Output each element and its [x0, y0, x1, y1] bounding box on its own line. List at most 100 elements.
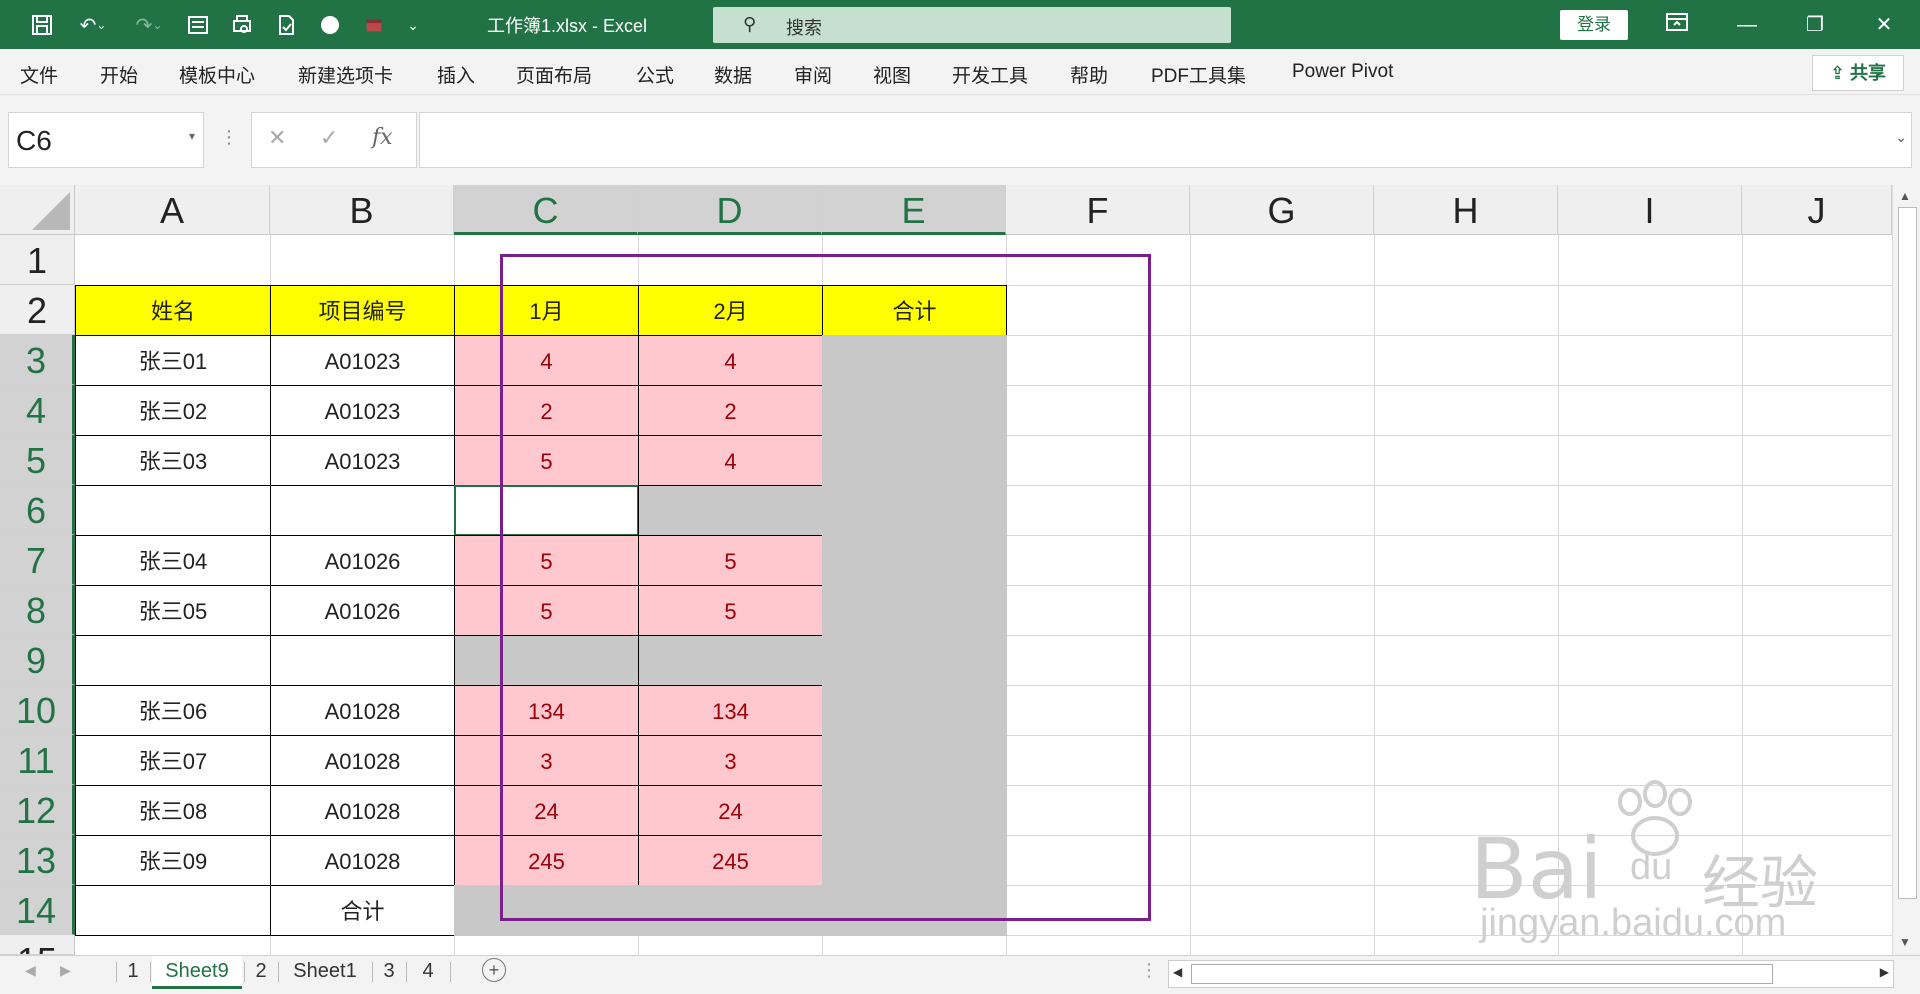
select-all-button[interactable] [0, 185, 75, 235]
cell-b7[interactable]: A01026 [270, 535, 455, 586]
row-header-1[interactable]: 1 [0, 235, 75, 285]
restore-icon[interactable]: ❐ [1795, 8, 1835, 42]
tab-data[interactable]: 数据 [714, 61, 752, 88]
row-header-6[interactable]: 6 [0, 485, 75, 535]
cell-a2-header-name[interactable]: 姓名 [75, 285, 271, 336]
cell-a10[interactable]: 张三06 [75, 685, 271, 736]
save-icon[interactable] [22, 8, 62, 42]
row-header-9[interactable]: 9 [0, 635, 75, 685]
horizontal-scrollbar[interactable]: ◀ ▶ [1168, 960, 1894, 988]
row-header-2[interactable]: 2 [0, 285, 75, 335]
col-header-g[interactable]: G [1190, 185, 1374, 235]
tab-pdf-tools[interactable]: PDF工具集 [1151, 61, 1246, 88]
form-icon[interactable] [180, 8, 216, 42]
row-header-5[interactable]: 5 [0, 435, 75, 485]
insert-function-icon[interactable]: fx [372, 125, 393, 150]
col-header-c[interactable]: C [454, 185, 638, 235]
cell-b10[interactable]: A01028 [270, 685, 455, 736]
tab-insert[interactable]: 插入 [437, 61, 475, 88]
scroll-down-icon[interactable]: ▼ [1899, 935, 1911, 949]
enter-icon[interactable]: ✓ [320, 125, 338, 151]
tab-new[interactable]: 新建选项卡 [298, 61, 393, 88]
cell-a14[interactable] [75, 885, 271, 936]
col-header-j[interactable]: J [1742, 185, 1892, 235]
cell-b11[interactable]: A01028 [270, 735, 455, 786]
row-header-10[interactable]: 10 [0, 685, 75, 735]
cell-a7[interactable]: 张三04 [75, 535, 271, 586]
cell-a9[interactable] [75, 635, 271, 686]
col-header-b[interactable]: B [270, 185, 454, 235]
vertical-scrollbar[interactable]: ▲ ▼ [1892, 185, 1920, 955]
row-header-12[interactable]: 12 [0, 785, 75, 835]
chevron-down-icon[interactable]: ▾ [189, 129, 195, 143]
next-sheet-icon[interactable]: ▶ [60, 962, 71, 979]
scroll-left-icon[interactable]: ◀ [1173, 965, 1182, 979]
print-preview-icon[interactable] [224, 8, 260, 42]
row-header-4[interactable]: 4 [0, 385, 75, 435]
add-sheet-icon[interactable]: + [482, 958, 506, 982]
sheet-tab-1[interactable]: 1 [118, 956, 148, 986]
login-button[interactable]: 登录 [1560, 10, 1628, 40]
tab-help[interactable]: 帮助 [1070, 61, 1108, 88]
cell-a8[interactable]: 张三05 [75, 585, 271, 636]
tab-power-pivot[interactable]: Power Pivot [1292, 61, 1393, 83]
sheet-tab-3[interactable]: 3 [374, 956, 404, 986]
drag-handle-icon[interactable]: ⋮ [220, 127, 238, 148]
tab-page-layout[interactable]: 页面布局 [516, 61, 592, 88]
close-icon[interactable]: ✕ [1864, 8, 1904, 42]
col-header-i[interactable]: I [1558, 185, 1742, 235]
search-box[interactable]: ⚲ 搜索 [713, 7, 1231, 43]
cell-b13[interactable]: A01028 [270, 835, 455, 886]
cell-a6[interactable] [75, 485, 271, 536]
scroll-thumb[interactable] [1898, 207, 1917, 899]
cell-b3[interactable]: A01023 [270, 335, 455, 386]
tab-formulas[interactable]: 公式 [636, 61, 674, 88]
col-header-h[interactable]: H [1374, 185, 1558, 235]
col-header-e[interactable]: E [822, 185, 1006, 235]
cell-a3[interactable]: 张三01 [75, 335, 271, 386]
col-header-a[interactable]: A [75, 185, 270, 235]
undo-icon[interactable]: ↶ ⌄ [70, 8, 116, 42]
cell-a4[interactable]: 张三02 [75, 385, 271, 436]
cell-a5[interactable]: 张三03 [75, 435, 271, 486]
cell-b2-header-project[interactable]: 项目编号 [270, 285, 455, 336]
cell-a13[interactable]: 张三09 [75, 835, 271, 886]
sheet-tab-4[interactable]: 4 [408, 956, 448, 986]
formula-input[interactable]: ⌄ [419, 112, 1912, 168]
row-header-7[interactable]: 7 [0, 535, 75, 585]
row-header-3[interactable]: 3 [0, 335, 75, 385]
row-header-11[interactable]: 11 [0, 735, 75, 785]
tab-developer[interactable]: 开发工具 [952, 61, 1028, 88]
cell-b8[interactable]: A01026 [270, 585, 455, 636]
row-header-13[interactable]: 13 [0, 835, 75, 885]
customize-toolbar-icon[interactable]: ⌄ [398, 8, 428, 42]
col-header-f[interactable]: F [1006, 185, 1190, 235]
sheet-tab-2[interactable]: 2 [246, 956, 276, 986]
share-button[interactable]: ⇪ 共享 [1812, 55, 1904, 91]
expand-formula-icon[interactable]: ⌄ [1895, 129, 1907, 146]
minimize-icon[interactable]: — [1727, 8, 1767, 42]
ribbon-display-icon[interactable] [1657, 8, 1697, 42]
tabs-splitter-icon[interactable]: ⋮ [1140, 960, 1158, 981]
cell-b14-total-label[interactable]: 合计 [270, 885, 455, 936]
tab-view[interactable]: 视图 [873, 61, 911, 88]
cell-b4[interactable]: A01023 [270, 385, 455, 436]
tab-file[interactable]: 文件 [20, 61, 58, 88]
col-header-d[interactable]: D [638, 185, 822, 235]
scroll-right-icon[interactable]: ▶ [1880, 965, 1889, 979]
tab-template-center[interactable]: 模板中心 [179, 61, 255, 88]
cell-b5[interactable]: A01023 [270, 435, 455, 486]
row-header-14[interactable]: 14 [0, 885, 75, 935]
archive-icon[interactable] [356, 8, 392, 42]
cell-a11[interactable]: 张三07 [75, 735, 271, 786]
row-header-15[interactable]: 15 [0, 935, 75, 955]
horizontal-scroll-thumb[interactable] [1191, 964, 1773, 984]
tab-review[interactable]: 审阅 [794, 61, 832, 88]
cell-b9[interactable] [270, 635, 455, 686]
row-header-8[interactable]: 8 [0, 585, 75, 635]
record-icon[interactable] [312, 8, 348, 42]
document-check-icon[interactable] [268, 8, 304, 42]
tab-home[interactable]: 开始 [100, 61, 138, 88]
cell-b12[interactable]: A01028 [270, 785, 455, 836]
cell-b6[interactable] [270, 485, 455, 536]
